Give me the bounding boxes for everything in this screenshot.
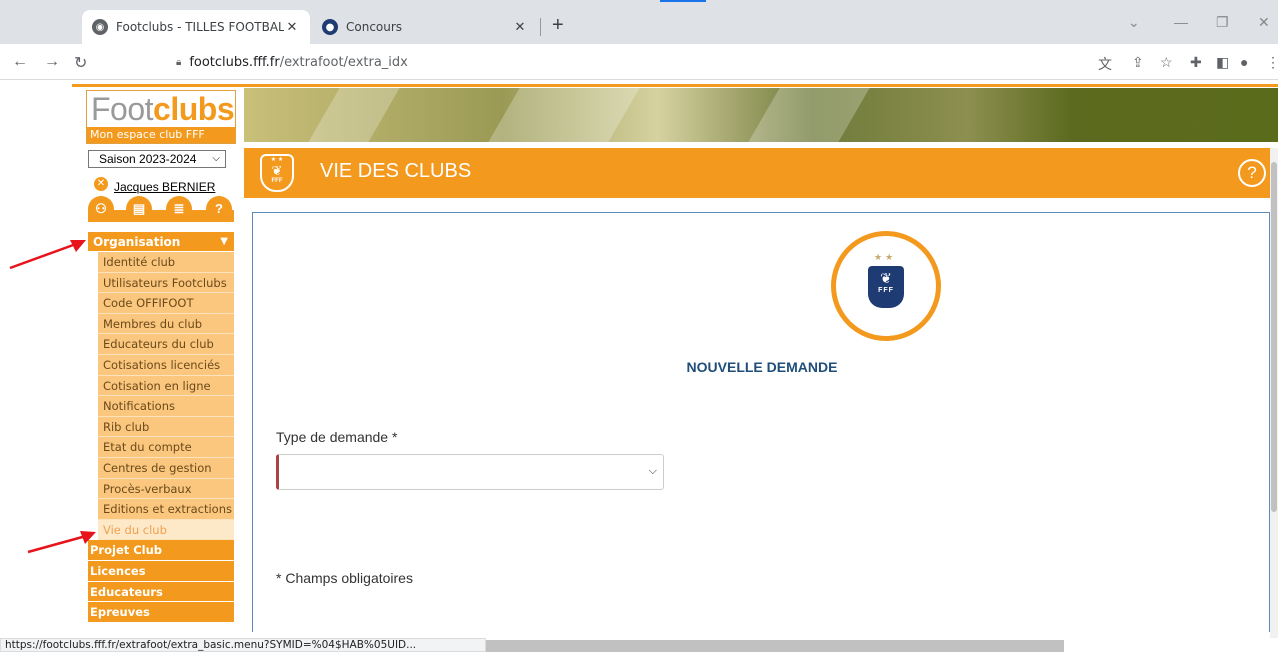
sidebar-item-notifications[interactable]: Notifications: [98, 396, 234, 417]
logo-tagline: Mon espace club FFF: [87, 127, 235, 143]
form-heading: NOUVELLE DEMANDE: [686, 359, 838, 375]
share-icon[interactable]: ⇪: [1132, 54, 1144, 71]
tab-title: Concours: [346, 20, 403, 34]
users-icon[interactable]: ⚇: [88, 196, 114, 222]
concours-favicon-icon: ●: [322, 19, 338, 35]
sidebar: Organisation ▼ Identité club Utilisateur…: [88, 232, 234, 623]
bookmark-star-icon[interactable]: ☆: [1160, 54, 1173, 71]
tab-title: Footclubs - TILLES FOOTBALL CLUB: [116, 20, 284, 34]
url-path: /extrafoot/extra_idx: [279, 54, 408, 70]
logout-icon[interactable]: ✕: [94, 177, 108, 191]
vertical-scrollbar[interactable]: [1270, 148, 1278, 638]
profile-avatar-icon[interactable]: ●: [1240, 54, 1248, 70]
top-rule: [72, 84, 1278, 87]
url-host: footclubs.fff.fr: [189, 54, 280, 70]
reload-icon[interactable]: ↻: [74, 53, 87, 73]
sidebar-item-editions-extractions[interactable]: Editions et extractions: [98, 499, 234, 520]
sidebar-item-centres-de-gestion[interactable]: Centres de gestion: [98, 457, 234, 479]
help-icon[interactable]: ?: [206, 196, 232, 222]
close-tab-icon[interactable]: ✕: [284, 20, 300, 35]
sidebar-organisation[interactable]: Organisation ▼: [88, 232, 234, 252]
help-button[interactable]: ?: [1238, 159, 1266, 187]
chevron-down-icon: ▼: [220, 236, 228, 247]
sidebar-item-code-offifoot[interactable]: Code OFFIFOOT: [98, 293, 234, 314]
sidebar-item-membres-du-club[interactable]: Membres du club: [98, 313, 234, 335]
sidebar-organisation-label: Organisation: [93, 235, 181, 249]
tab-footclubs[interactable]: ◉ Footclubs - TILLES FOOTBALL CLUB ✕: [82, 10, 310, 44]
required-fields-note: * Champs obligatoires: [276, 570, 413, 586]
side-panel-icon[interactable]: ◧: [1216, 54, 1229, 71]
document-icon[interactable]: ▤: [126, 196, 152, 222]
fff-badge: ★★ ❦ FFF: [831, 231, 941, 341]
status-bar-url: https://footclubs.fff.fr/extrafoot/extra…: [0, 638, 486, 652]
form-panel: ★★ ❦ FFF NOUVELLE DEMANDE Type de demand…: [252, 212, 1270, 632]
page-title: VIE DES CLUBS: [320, 160, 472, 182]
fff-emblem-icon: ★ ★ ❦ FFF: [260, 154, 294, 192]
user-name-link[interactable]: Jacques BERNIER: [114, 180, 215, 194]
url-field[interactable]: 🔒︎ footclubs.fff.fr/extrafoot/extra_idx: [176, 49, 1046, 75]
fff-shield-icon: ❦ FFF: [868, 266, 904, 308]
chevron-down-icon: ⌵: [212, 153, 220, 164]
sidebar-item-cotisation-en-ligne[interactable]: Cotisation en ligne: [98, 375, 234, 397]
new-tab-icon[interactable]: +: [552, 14, 564, 37]
horizontal-scrollbar[interactable]: [486, 640, 1064, 652]
lock-icon[interactable]: 🔒︎: [176, 57, 181, 68]
sidebar-epreuves[interactable]: Epreuves: [88, 602, 234, 623]
header-banner: [244, 88, 1278, 142]
footclubs-logo[interactable]: Footclubs Mon espace club FFF: [86, 90, 236, 144]
list-icon[interactable]: ≣: [166, 196, 192, 222]
minimize-icon[interactable]: —: [1174, 14, 1188, 30]
sidebar-item-educateurs-du-club[interactable]: Educateurs du club: [98, 334, 234, 355]
season-select[interactable]: Saison 2023-2024 ⌵: [88, 150, 226, 168]
tab-search-icon[interactable]: ⌄: [1128, 14, 1140, 31]
sidebar-educateurs[interactable]: Educateurs: [88, 581, 234, 603]
restore-icon[interactable]: ❐: [1216, 14, 1229, 31]
logo-foot: Foot: [91, 91, 154, 127]
stars-icon: ★★: [874, 252, 897, 262]
forward-icon[interactable]: →: [44, 53, 60, 71]
back-icon[interactable]: ←: [12, 53, 28, 71]
kebab-menu-icon[interactable]: ⋮: [1266, 54, 1278, 71]
sidebar-licences[interactable]: Licences: [88, 560, 234, 582]
close-window-icon[interactable]: ✕: [1258, 14, 1270, 31]
emblem-text: FFF: [271, 178, 283, 184]
type-demande-select[interactable]: ⌵: [276, 454, 664, 490]
quick-icons: ⚇ ▤ ≣ ?: [88, 196, 234, 222]
sidebar-item-vie-du-club[interactable]: Vie du club: [98, 519, 234, 541]
loading-indicator: [660, 0, 706, 2]
address-bar: ← → ↻ 🔒︎ footclubs.fff.fr/extrafoot/extr…: [0, 44, 1278, 80]
logo-clubs: clubs: [153, 91, 235, 127]
extensions-puzzle-icon[interactable]: ✚: [1190, 54, 1202, 71]
scrollbar-thumb[interactable]: [1271, 162, 1277, 512]
user-info: ✕ Jacques BERNIER: [94, 174, 215, 194]
season-value: Saison 2023-2024: [99, 152, 197, 166]
close-tab-icon[interactable]: ✕: [512, 20, 528, 35]
sidebar-item-cotisations-licencies[interactable]: Cotisations licenciés: [98, 354, 234, 376]
sidebar-item-identite-club[interactable]: Identité club: [98, 252, 234, 273]
globe-icon: ◉: [92, 19, 108, 35]
chevron-down-icon: ⌵: [648, 465, 657, 477]
sidebar-item-utilisateurs-footclubs[interactable]: Utilisateurs Footclubs: [98, 272, 234, 294]
sidebar-projet-club[interactable]: Projet Club: [88, 540, 234, 561]
translate-icon[interactable]: ⽂: [1098, 54, 1112, 74]
sidebar-item-etat-du-compte[interactable]: Etat du compte: [98, 437, 234, 458]
sidebar-item-rib-club[interactable]: Rib club: [98, 416, 234, 438]
tab-concours[interactable]: ● Concours ✕: [312, 10, 538, 44]
page-header: ★ ★ ❦ FFF VIE DES CLUBS ?: [244, 148, 1278, 198]
sidebar-item-proces-verbaux[interactable]: Procès-verbaux: [98, 478, 234, 500]
annotation-arrow-vie-du-club: [27, 531, 96, 554]
annotation-arrow-organisation: [9, 240, 86, 270]
type-demande-label: Type de demande *: [276, 429, 398, 445]
shield-text: FFF: [878, 287, 894, 294]
tab-separator: [540, 18, 541, 36]
tab-bar: ◉ Footclubs - TILLES FOOTBALL CLUB ✕ ● C…: [0, 0, 1278, 44]
